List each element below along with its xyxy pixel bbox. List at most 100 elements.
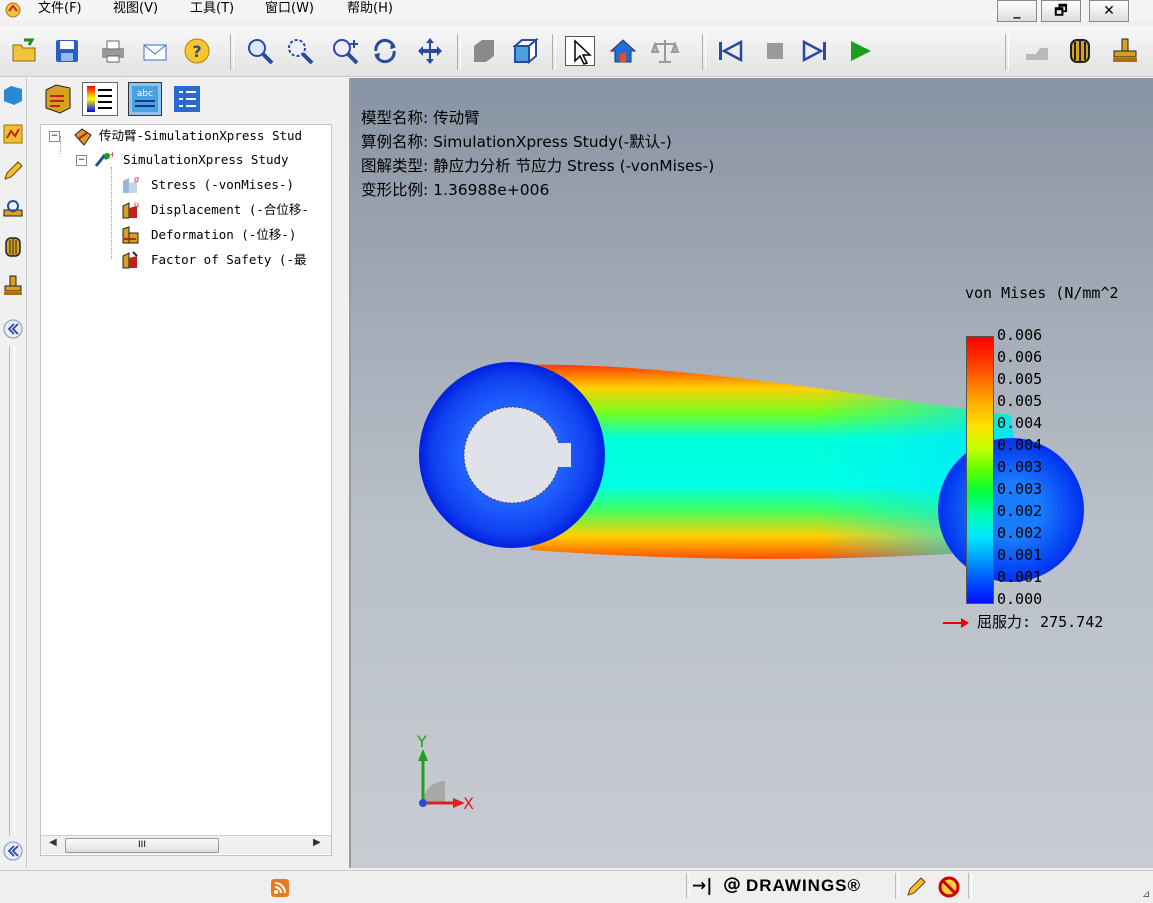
stop-icon[interactable] [760, 36, 790, 66]
results-panel: abc − 传动臂-SimulationXpress Stud − + Simu… [28, 78, 346, 868]
yield-arrow-icon [941, 616, 971, 634]
legend-labels: 0.006 0.006 0.005 0.005 0.004 0.004 0.003 0.003… [997, 326, 1077, 616]
zoom-area-icon[interactable] [285, 36, 315, 66]
balance-icon[interactable] [650, 36, 680, 66]
app-icon[interactable] [4, 1, 22, 23]
results-tree: − 传动臂-SimulationXpress Stud − + Simulati… [40, 124, 332, 856]
pan-icon[interactable] [415, 36, 445, 66]
zoom-fit-icon[interactable] [245, 36, 275, 66]
email-icon[interactable] [140, 36, 170, 66]
axis-triad: Y X [416, 733, 474, 813]
stress-plot-icon: σ [121, 175, 141, 195]
resize-grip-icon[interactable]: ⊿ [1142, 889, 1150, 900]
menu-bar: 文件(F) 视图(V) 工具(T) 窗口(W) 帮助(H) _ 🗗 ✕ [0, 0, 1153, 23]
scroll-right-icon[interactable]: ▶ [313, 837, 321, 848]
select-icon[interactable] [565, 36, 595, 66]
collapse-bottom-icon[interactable] [2, 840, 24, 862]
svg-text:+: + [109, 150, 113, 159]
isometric-icon[interactable] [510, 36, 540, 66]
section-icon[interactable] [1065, 36, 1095, 66]
stamp-icon[interactable] [1110, 36, 1140, 66]
tree-result-safety[interactable]: Factor of Safety (-最 [151, 249, 307, 271]
section-tab-icon[interactable] [2, 236, 24, 258]
annotation-tab[interactable]: abc [128, 82, 162, 116]
yield-strength-text: 屈服力: 275.742 [977, 613, 1104, 631]
tree-result-stress[interactable]: Stress (-vonMises-) [151, 174, 294, 196]
next-frame-icon[interactable] [800, 36, 830, 66]
help-icon[interactable]: ? [182, 36, 212, 66]
menu-help[interactable]: 帮助(H) [347, 0, 393, 18]
x-axis-label: X [463, 794, 474, 813]
legend-color-bar [966, 336, 994, 604]
edit-icon[interactable] [2, 160, 24, 182]
close-button[interactable]: ✕ [1089, 0, 1129, 22]
displacement-plot-icon: u [121, 200, 141, 220]
safety-plot-icon [121, 250, 141, 270]
tree-result-deformation[interactable]: Deformation (-位移-) [151, 224, 296, 246]
legend-tick-label: 0.005 [997, 370, 1043, 388]
legend-tick-label: 0.002 [997, 524, 1043, 542]
print-icon[interactable] [98, 36, 128, 66]
home-icon[interactable] [608, 36, 638, 66]
play-icon[interactable] [845, 36, 875, 66]
toolbar-separator [702, 34, 706, 70]
status-separator [895, 873, 899, 899]
legend-tick-label: 0.003 [997, 480, 1043, 498]
scroll-left-icon[interactable]: ◀ [49, 837, 57, 848]
menu-file[interactable]: 文件(F) [38, 0, 82, 18]
menu-window[interactable]: 窗口(W) [265, 0, 314, 18]
stamp-tab-icon[interactable] [2, 274, 24, 296]
horizontal-scrollbar[interactable]: ◀ III ▶ [41, 835, 331, 854]
status-separator [686, 873, 690, 899]
svg-text:u: u [134, 200, 139, 209]
fixture-icon[interactable] [2, 198, 24, 220]
drawings-label[interactable]: DRAWINGS® [746, 876, 861, 896]
first-frame-icon[interactable] [715, 36, 745, 66]
svg-text:abc: abc [137, 89, 153, 99]
toolbar-separator [457, 34, 461, 70]
menu-view[interactable]: 视图(V) [113, 0, 158, 18]
part-root-icon [73, 127, 93, 147]
toolbar-separator [552, 34, 556, 70]
deformation-scale-text: 变形比例: 1.36988e+006 [361, 181, 550, 199]
drawings-arrow-text: →| [692, 876, 713, 896]
graphics-viewport[interactable]: 模型名称: 传动臂 算例名称: SimulationXpress Study(-… [349, 78, 1153, 868]
menu-tools[interactable]: 工具(T) [190, 0, 234, 18]
tree-line [60, 136, 62, 154]
shaded-icon[interactable] [468, 36, 498, 66]
toolbar-separator [230, 34, 234, 70]
tree-study-label[interactable]: SimulationXpress Study [123, 149, 289, 171]
tree-result-displacement[interactable]: Displacement (-合位移- [151, 199, 309, 221]
part-icon[interactable] [2, 84, 24, 106]
legend-tick-label: 0.004 [997, 414, 1043, 432]
tree-line [111, 167, 113, 259]
legend-tick-label: 0.001 [997, 546, 1043, 564]
collapse-study-toggle[interactable]: − [76, 155, 87, 166]
tree-root-label[interactable]: 传动臂-SimulationXpress Stud [99, 125, 302, 147]
scroll-thumb[interactable]: III [65, 838, 219, 853]
collapse-root-toggle[interactable]: − [49, 131, 60, 142]
zoom-in-out-icon[interactable] [330, 36, 360, 66]
feature-manager-tab[interactable] [42, 82, 76, 116]
config-tab[interactable] [170, 82, 204, 116]
status-bar: →| @ DRAWINGS® ⊿ [0, 870, 1153, 902]
material-icon[interactable] [2, 123, 24, 145]
legend-tick-label: 0.005 [997, 392, 1043, 410]
rotate-icon[interactable] [370, 36, 400, 66]
open-icon[interactable] [10, 36, 40, 66]
legend-tick-label: 0.003 [997, 458, 1043, 476]
no-rebuild-icon[interactable] [937, 875, 961, 903]
pencil-icon[interactable] [905, 876, 927, 902]
rss-icon[interactable] [271, 879, 289, 897]
drawings-logo-icon: @ [723, 874, 741, 895]
measure-icon[interactable] [1022, 36, 1052, 66]
main-toolbar: ? [0, 26, 1153, 77]
save-icon[interactable] [52, 36, 82, 66]
minimize-button[interactable]: _ [997, 0, 1037, 22]
status-separator [968, 873, 972, 899]
svg-text:σ: σ [134, 175, 139, 184]
property-tab[interactable] [82, 82, 118, 116]
restore-button[interactable]: 🗗 [1041, 0, 1081, 22]
collapse-top-icon[interactable] [2, 318, 24, 340]
legend-tick-label: 0.001 [997, 568, 1043, 586]
